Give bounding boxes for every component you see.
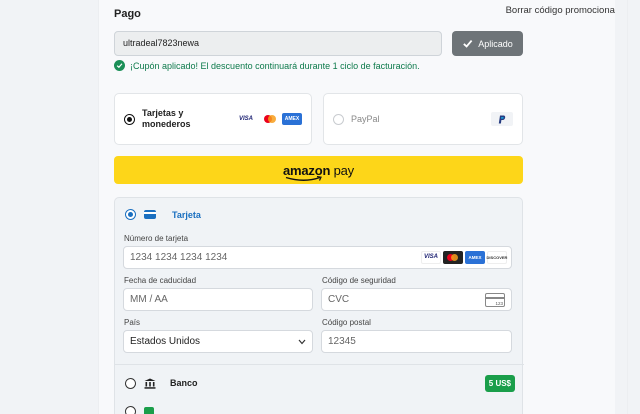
card-header-label: Tarjeta <box>172 209 201 220</box>
amazon-pay-logo: amazon pay <box>283 163 354 181</box>
check-icon <box>463 39 473 48</box>
paypal-label: PayPal <box>351 113 380 124</box>
card-number-input[interactable]: 1234 1234 1234 1234 VISA AMEX DISCOVER <box>123 246 512 269</box>
checkout-panel: Pago Borrar código promocional ultradeal… <box>98 0 628 414</box>
cvc-input[interactable]: CVC 123 <box>321 288 512 311</box>
remove-promo-link[interactable]: Borrar código promocional <box>506 5 617 16</box>
chevron-down-icon <box>298 339 306 345</box>
discover-logo: DISCOVER <box>487 251 507 264</box>
promo-success-message: ¡Cupón aplicado! El descuento continuará… <box>114 60 420 71</box>
scrollbar[interactable] <box>615 0 627 414</box>
bank-radio[interactable] <box>125 377 136 389</box>
cvc-card-icon: 123 <box>485 293 505 307</box>
amazon-smile-icon <box>285 175 322 181</box>
expiry-input[interactable]: MM / AA <box>123 288 313 311</box>
paypal-icon <box>491 112 513 126</box>
bank-discount-badge: 5 US$ <box>484 374 515 392</box>
postal-input[interactable]: 12345 <box>321 330 512 353</box>
method-cards-wallets[interactable]: Tarjetas y monederos VISA AMEX <box>114 93 312 145</box>
apply-button-label: Aplicado <box>478 38 513 49</box>
visa-logo: VISA <box>236 113 256 125</box>
amex-logo: AMEX <box>282 113 302 125</box>
green-method-icon <box>144 406 154 414</box>
card-icon <box>144 210 156 219</box>
bank-label: Banco <box>170 378 198 388</box>
mastercard-logo <box>259 113 279 125</box>
bank-icon <box>144 378 156 389</box>
promo-code-input[interactable]: ultradeal7823newa <box>114 31 442 56</box>
cvc-label: Código de seguridad <box>322 276 396 285</box>
method-paypal[interactable]: PayPal <box>323 93 523 145</box>
card-payment-section: Tarjeta Número de tarjeta 1234 1234 1234… <box>114 197 524 414</box>
card-radio[interactable] <box>125 209 136 220</box>
visa-logo: VISA <box>421 251 441 264</box>
country-select[interactable]: Estados Unidos <box>123 330 313 353</box>
cards-label: Tarjetas y monederos <box>142 108 191 129</box>
bank-option[interactable]: Banco 5 US$ <box>125 373 515 393</box>
payment-title: Pago <box>114 8 141 20</box>
card-brand-logos: VISA AMEX DISCOVER <box>421 251 507 264</box>
country-label: País <box>124 318 141 327</box>
cards-radio[interactable] <box>124 113 135 125</box>
postal-label: Código postal <box>322 318 371 327</box>
amazon-pay-button[interactable]: amazon pay <box>114 156 523 184</box>
cards-logos: VISA AMEX <box>236 113 302 125</box>
next-option-radio[interactable] <box>125 406 136 414</box>
success-check-icon <box>114 60 125 71</box>
card-header[interactable]: Tarjeta <box>125 209 201 220</box>
apply-promo-button[interactable]: Aplicado <box>452 31 523 56</box>
success-text: ¡Cupón aplicado! El descuento continuará… <box>130 60 420 71</box>
amex-logo: AMEX <box>465 251 485 264</box>
card-number-label: Número de tarjeta <box>124 234 189 243</box>
section-divider <box>115 364 524 365</box>
paypal-radio[interactable] <box>333 113 344 125</box>
expiry-label: Fecha de caducidad <box>124 276 197 285</box>
mastercard-logo <box>443 251 463 264</box>
next-payment-option[interactable] <box>125 406 154 414</box>
